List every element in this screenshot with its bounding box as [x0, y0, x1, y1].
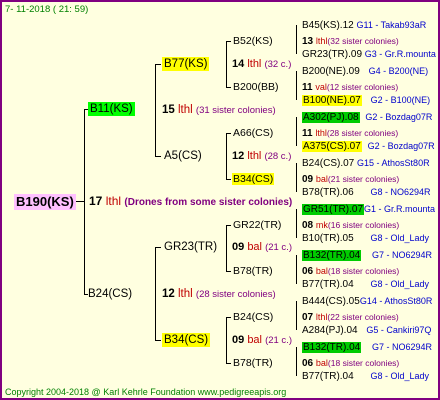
gen2-line-4 — [155, 340, 161, 341]
gen2-queen-4: B34(CS) — [162, 333, 211, 347]
gen3-info-5: 08 mk(16 sister colonies) — [302, 220, 400, 231]
gen3-bracket-1 — [226, 41, 227, 87]
gen3-queen-4: B34(CS) — [232, 173, 275, 185]
gen2-bracket-a — [155, 64, 156, 156]
gen4-queen-14: A284(PJ).04 G5 - Cankiri97Q — [302, 325, 432, 336]
gen4-queen-12: B77(TR).04 G8 - Old_Lady — [302, 279, 429, 290]
gen2-bracket-b — [155, 247, 156, 340]
gen3-info-2: 11 val(12 sister colonies) — [302, 82, 399, 93]
gen4-queen-2: GR23(TR).09 G3 - Gr.R.mounta — [302, 49, 436, 60]
pedigree-chart: 7- 11-2018 ( 21: 59) B190(KS) 17 lthl (D… — [0, 0, 440, 400]
gen4-queen-13: B444(CS).05G14 - AthosSt80R — [302, 296, 433, 307]
gen4-bracket-1 — [296, 25, 297, 54]
gen4-queen-3: B200(NE).09 G4 - B200(NE) — [302, 66, 429, 77]
gen4-queen-16: B77(TR).04 G8 - Old_Lady — [302, 371, 429, 382]
gen3-info-7: 07 lthl(22 sister colonies) — [302, 312, 399, 323]
gen4-bracket-7 — [296, 301, 297, 330]
gen3-bracket-2 — [226, 133, 227, 179]
gen4-bracket-6 — [296, 255, 297, 284]
gen4-bracket-2 — [296, 71, 297, 100]
gen3-tick-1 — [226, 41, 231, 42]
gen2-info-1: 14 lthl (32 c.) — [232, 58, 292, 70]
gen2-info-2: 12 lthl (28 c.) — [232, 150, 292, 162]
root-queen: B190(KS) — [14, 194, 76, 210]
gen2-line-2 — [155, 156, 161, 157]
gen4-queen-11: B132(TR).04 G7 - NO6294R — [302, 250, 433, 261]
gen3-info-1: 13 lthl(32 sister colonies) — [302, 36, 399, 47]
gen3-tick-7 — [226, 317, 231, 318]
gen4-bracket-5 — [296, 209, 297, 238]
gen4-queen-9: GR51(TR).07G1 - Gr.R.mounta — [302, 204, 436, 215]
timestamp: 7- 11-2018 ( 21: 59) — [5, 4, 89, 15]
gen3-bracket-3 — [226, 225, 227, 271]
gen4-queen-10: B10(TR).05 G8 - Old_Lady — [302, 233, 429, 244]
gen3-tick-3 — [226, 133, 231, 134]
gen1-info-2: 12 lthl (28 sister colonies) — [162, 288, 276, 300]
gen4-queen-6: A375(CS).07 G2 - Bozdag07R — [302, 141, 435, 152]
gen3-queen-3: A66(CS) — [233, 127, 274, 139]
gen3-info-4: 09 bal(21 sister colonies) — [302, 174, 400, 185]
gen4-bracket-3 — [296, 117, 297, 146]
gen3-queen-7: B24(CS) — [233, 311, 274, 323]
gen4-queen-15: B132(TR).04 G7 - NO6294R — [302, 342, 433, 353]
gen2-line-1 — [155, 64, 161, 65]
gen3-queen-8: B78(TR) — [233, 357, 273, 369]
gen3-tick-2 — [226, 87, 231, 88]
gen1-queen-2: B24(CS) — [88, 288, 133, 300]
gen4-queen-4: B100(NE).07 G2 - B100(NE) — [302, 95, 431, 106]
gen1-info-1: 15 lthl (31 sister colonies) — [162, 104, 276, 116]
gen1-bracket — [84, 109, 85, 294]
gen2-queen-3: GR23(TR) — [164, 241, 218, 253]
gen4-bracket-4 — [296, 163, 297, 192]
gen2-queen-2: A5(CS) — [164, 150, 202, 162]
gen3-tick-6 — [226, 271, 231, 272]
gen3-tick-5 — [226, 225, 231, 226]
gen3-queen-2: B200(BB) — [233, 81, 279, 93]
gen2-queen-1: B77(KS) — [162, 57, 210, 71]
gen3-queen-5: GR22(TR) — [233, 219, 282, 231]
gen3-queen-6: B78(TR) — [233, 265, 273, 277]
gen3-tick-8 — [226, 363, 231, 364]
gen3-info-6: 06 bal(18 sister colonies) — [302, 266, 400, 277]
gen4-queen-7: B24(CS).07 G15 - AthosSt80R — [302, 158, 430, 169]
gen3-info-8: 06 bal(18 sister colonies) — [302, 358, 400, 369]
gen3-queen-1: B52(KS) — [233, 35, 273, 47]
gen2-info-3: 09 bal (21 c.) — [232, 241, 292, 253]
gen4-queen-8: B78(TR).06 G8 - NO6294R — [302, 187, 431, 198]
gen3-tick-4 — [226, 179, 231, 180]
root-info: 17 lthl (Drones from some sister colonie… — [89, 194, 293, 208]
gen4-queen-1: B45(KS).12 G11 - Takab93aR — [302, 20, 427, 31]
gen1-queen-1: B11(KS) — [88, 102, 135, 116]
copyright-footer: Copyright 2004-2018 @ Karl Kehrle Founda… — [5, 387, 287, 397]
gen4-queen-5: A302(PJ).08 G2 - Bozdag07R — [302, 112, 433, 123]
gen2-line-3 — [155, 247, 161, 248]
gen2-info-4: 09 bal (21 c.) — [232, 334, 292, 346]
gen3-bracket-4 — [226, 317, 227, 363]
gen4-bracket-8 — [296, 347, 297, 376]
gen3-info-3: 11 lthl(28 sister colonies) — [302, 128, 399, 139]
